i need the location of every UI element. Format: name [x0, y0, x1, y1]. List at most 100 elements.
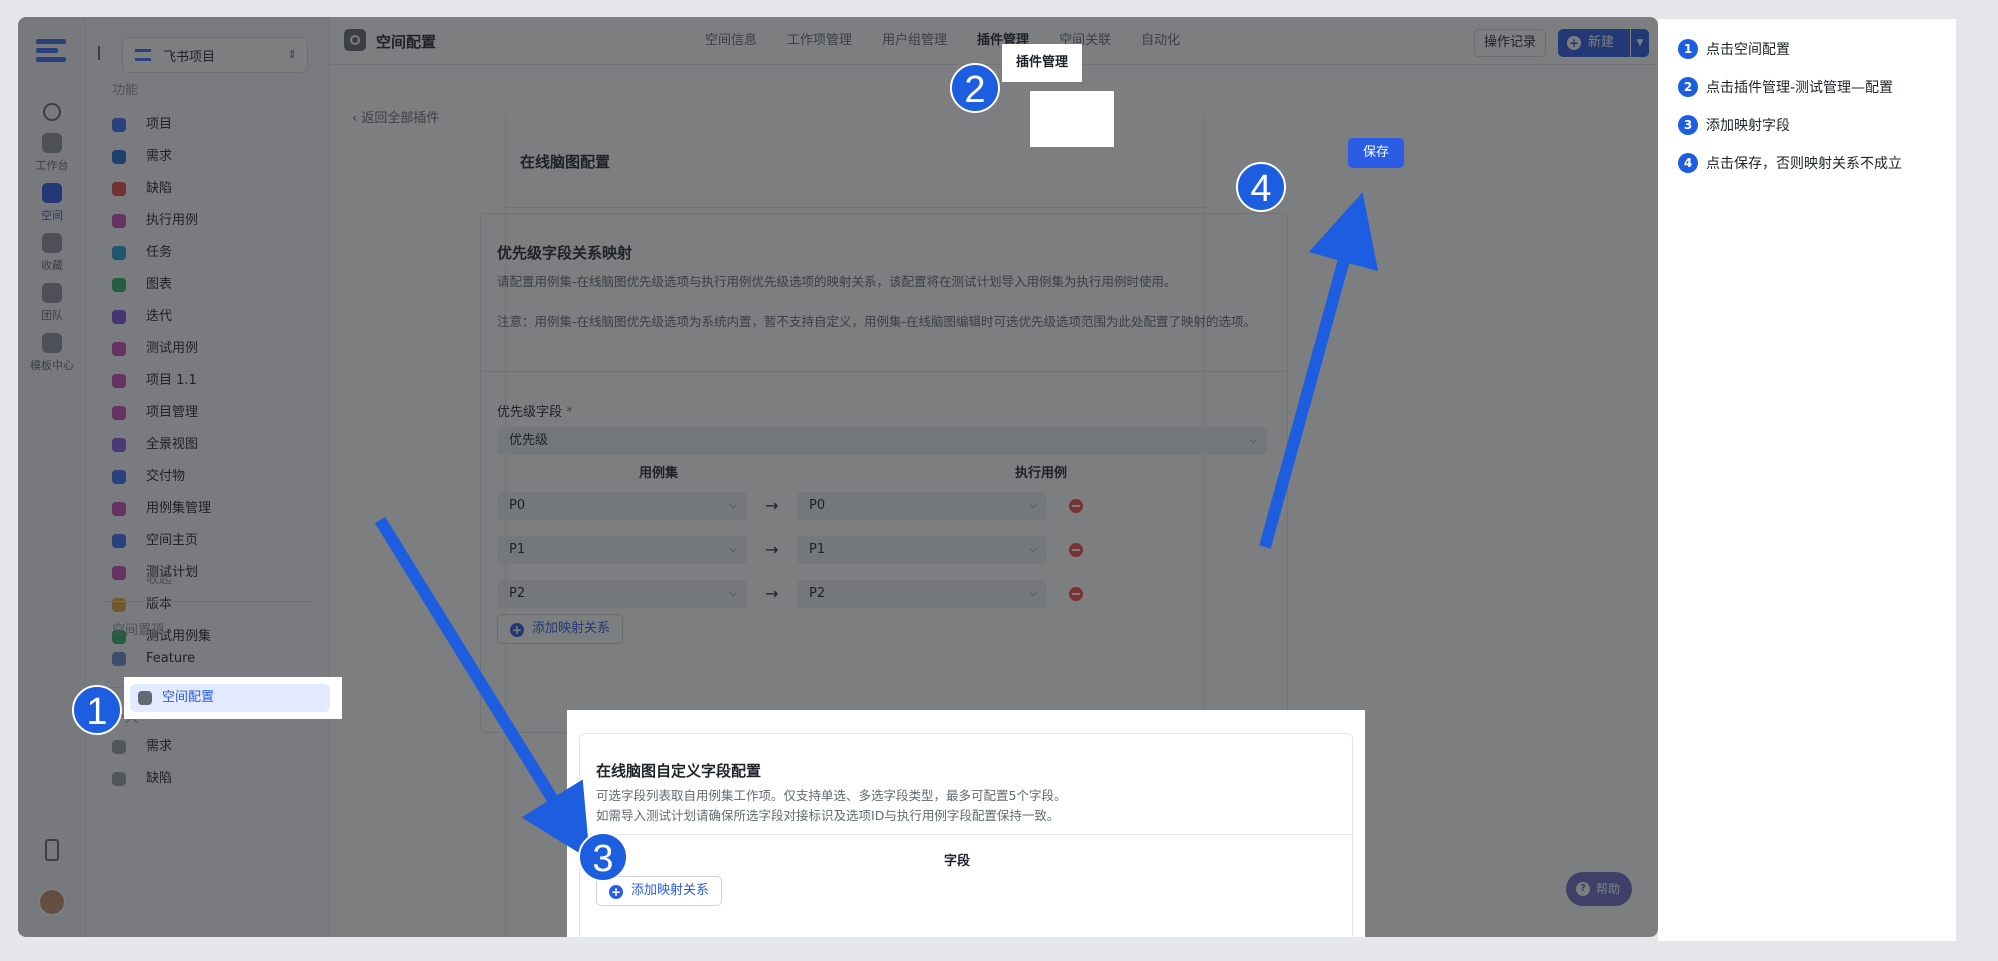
sidebar-item[interactable]: 迭代 — [104, 303, 314, 331]
sidebar-item[interactable]: 全景视图 — [104, 431, 314, 459]
plus-circle-icon: + — [609, 885, 623, 899]
sidebar-item[interactable]: 缺陷 — [104, 175, 314, 203]
step-number-badge: 1 — [1678, 39, 1698, 59]
save-button[interactable]: 保存 — [1348, 138, 1404, 168]
tab[interactable]: 空间信息 — [690, 17, 772, 65]
section-function: 功能 — [112, 83, 139, 98]
workitem-icon — [112, 438, 126, 452]
card-description: 可选字段列表取自用例集工作项。仅支持单选、多选字段类型，最多可配置5个字段。 — [596, 788, 1067, 803]
sidebar-item[interactable]: 测试用例 — [104, 335, 314, 363]
sidebar-item[interactable]: 版本 — [104, 591, 314, 619]
sidebar-item[interactable]: 用例集管理 — [104, 495, 314, 523]
rail-item-templates[interactable]: 模板中心 — [18, 333, 86, 373]
chevron-down-icon: ▼ — [1636, 38, 1644, 48]
pinned-item-feature[interactable]: Feature — [104, 645, 314, 673]
gear-icon — [344, 29, 366, 51]
executed-priority-select[interactable]: P1 ⌵ — [797, 536, 1047, 564]
rail-item-workbench[interactable]: 工作台 — [18, 133, 86, 173]
sidebar-item[interactable]: 项目 1.1 — [104, 367, 314, 395]
tab[interactable]: 用户组管理 — [867, 17, 962, 65]
star-icon — [42, 233, 62, 253]
workitem-icon — [112, 150, 126, 164]
tab[interactable]: 工作项管理 — [772, 17, 867, 65]
step-number-badge: 2 — [1678, 77, 1698, 97]
tab-plugin-management-highlighted[interactable]: 插件管理 — [1002, 44, 1082, 82]
team-icon — [42, 283, 62, 303]
remove-icon[interactable] — [1069, 587, 1083, 601]
sidebar-item[interactable]: 图表 — [104, 271, 314, 299]
personal-item-requirement[interactable]: 需求 — [104, 733, 314, 761]
caseset-priority-select[interactable]: P2 ⌵ — [497, 580, 747, 608]
project-selector[interactable]: 飞书项目 ⇕ — [122, 37, 308, 73]
divider — [580, 834, 1352, 835]
step-marker-4: 4 — [1236, 162, 1286, 212]
feature-icon — [112, 652, 126, 666]
chevron-down-icon: ⌵ — [729, 544, 737, 555]
workitem-icon — [112, 406, 126, 420]
workitem-icon — [112, 118, 126, 132]
new-button[interactable]: + 新建 — [1558, 29, 1630, 57]
card-title: 在线脑图自定义字段配置 — [596, 762, 762, 780]
card-description: 请配置用例集-在线脑图优先级选项与执行用例优先级选项的映射关系，该配置将在测试计… — [497, 274, 1177, 289]
icon-rail: 工作台 空间 收藏 团队 模板中心 — [18, 17, 86, 937]
priority-field-select[interactable]: 优先级 ⌵ — [497, 427, 1267, 455]
collapse-toggle[interactable]: 收起 — [104, 566, 314, 594]
custom-field-highlight: 在线脑图自定义字段配置 可选字段列表取自用例集工作项。仅支持单选、多选字段类型，… — [567, 710, 1365, 937]
executed-priority-select[interactable]: P0 ⌵ — [797, 492, 1047, 520]
add-mapping-button[interactable]: + 添加映射关系 — [596, 876, 723, 906]
rail-item-team[interactable]: 团队 — [18, 283, 86, 323]
sidebar-item-space-config[interactable]: 空间配置 — [124, 677, 342, 719]
caseset-priority-select[interactable]: P0 ⌵ — [497, 492, 747, 520]
app-logo-icon[interactable] — [36, 39, 66, 63]
executed-priority-select[interactable]: P2 ⌵ — [797, 580, 1047, 608]
personal-item-bug[interactable]: 缺陷 — [104, 765, 314, 793]
mobile-icon[interactable] — [45, 839, 59, 861]
back-link[interactable]: ‹ 返回全部插件 — [352, 107, 439, 126]
collapse-sidebar-icon[interactable] — [98, 46, 114, 60]
project-icon — [135, 49, 151, 61]
plus-icon: + — [1567, 36, 1581, 50]
chevron-down-icon: ⌵ — [729, 588, 737, 599]
new-dropdown-button[interactable]: ▼ — [1631, 29, 1649, 57]
arrow-right-icon: → — [765, 584, 779, 603]
add-mapping-button[interactable]: + 添加映射关系 — [497, 614, 624, 644]
folder-icon — [112, 772, 126, 786]
step-marker-1: 1 — [72, 685, 122, 735]
tab-bar: 空间信息 工作项管理 用户组管理 插件管理 空间关联 自动化 — [690, 17, 1195, 65]
workitem-icon — [112, 342, 126, 356]
instruction-item: 4 点击保存，否则映射关系不成立 — [1678, 153, 1902, 173]
caseset-priority-select[interactable]: P1 ⌵ — [497, 536, 747, 564]
chevron-updown-icon: ⇕ — [287, 48, 297, 61]
instruction-panel: 1 点击空间配置 2 点击插件管理-测试管理—配置 3 添加映射字段 4 点击保存，否则映射关… — [1658, 19, 1956, 941]
remove-icon[interactable] — [1069, 499, 1083, 513]
tab[interactable]: 自动化 — [1126, 17, 1195, 65]
plus-circle-icon: + — [510, 623, 524, 637]
chevron-down-icon: ⌵ — [1029, 544, 1037, 555]
priority-mapping-card: 优先级字段关系映射 请配置用例集-在线脑图优先级选项与执行用例优先级选项的映射关… — [480, 213, 1288, 733]
sidebar-item[interactable]: 执行用例 — [104, 207, 314, 235]
search-icon[interactable] — [43, 103, 61, 121]
rail-item-space[interactable]: 空间 — [18, 183, 86, 223]
sidebar-item[interactable]: 任务 — [104, 239, 314, 267]
chevron-down-icon: ⌵ — [1029, 588, 1037, 599]
help-button[interactable]: ? 帮助 — [1566, 872, 1632, 906]
remove-icon[interactable] — [1069, 543, 1083, 557]
sidebar-item[interactable]: 需求 — [104, 143, 314, 171]
sidebar-item[interactable]: 交付物 — [104, 463, 314, 491]
folder-icon — [112, 740, 126, 754]
chevron-down-icon: ⌵ — [1249, 435, 1257, 446]
app-window: 工作台 空间 收藏 团队 模板中心 飞书项目 ⇕ 功能 项目 需求 缺陷 执行用例 任务… — [18, 17, 1658, 937]
card-note: 如需导入测试计划请确保所选字段对接标识及选项ID与执行用例字段配置保持一致。 — [596, 808, 1060, 823]
sidebar-item[interactable]: 空间主页 — [104, 527, 314, 555]
column-header-field: 字段 — [944, 854, 971, 869]
sidebar-item[interactable]: 项目 — [104, 111, 314, 139]
instruction-item: 3 添加映射字段 — [1678, 115, 1790, 135]
divider — [506, 207, 1206, 208]
workitem-icon — [112, 182, 126, 196]
arrow-right-icon: → — [765, 540, 779, 559]
operation-log-button[interactable]: 操作记录 — [1474, 29, 1546, 57]
avatar[interactable] — [38, 888, 66, 916]
rail-item-favorites[interactable]: 收藏 — [18, 233, 86, 273]
workitem-icon — [112, 214, 126, 228]
sidebar-item[interactable]: 项目管理 — [104, 399, 314, 427]
